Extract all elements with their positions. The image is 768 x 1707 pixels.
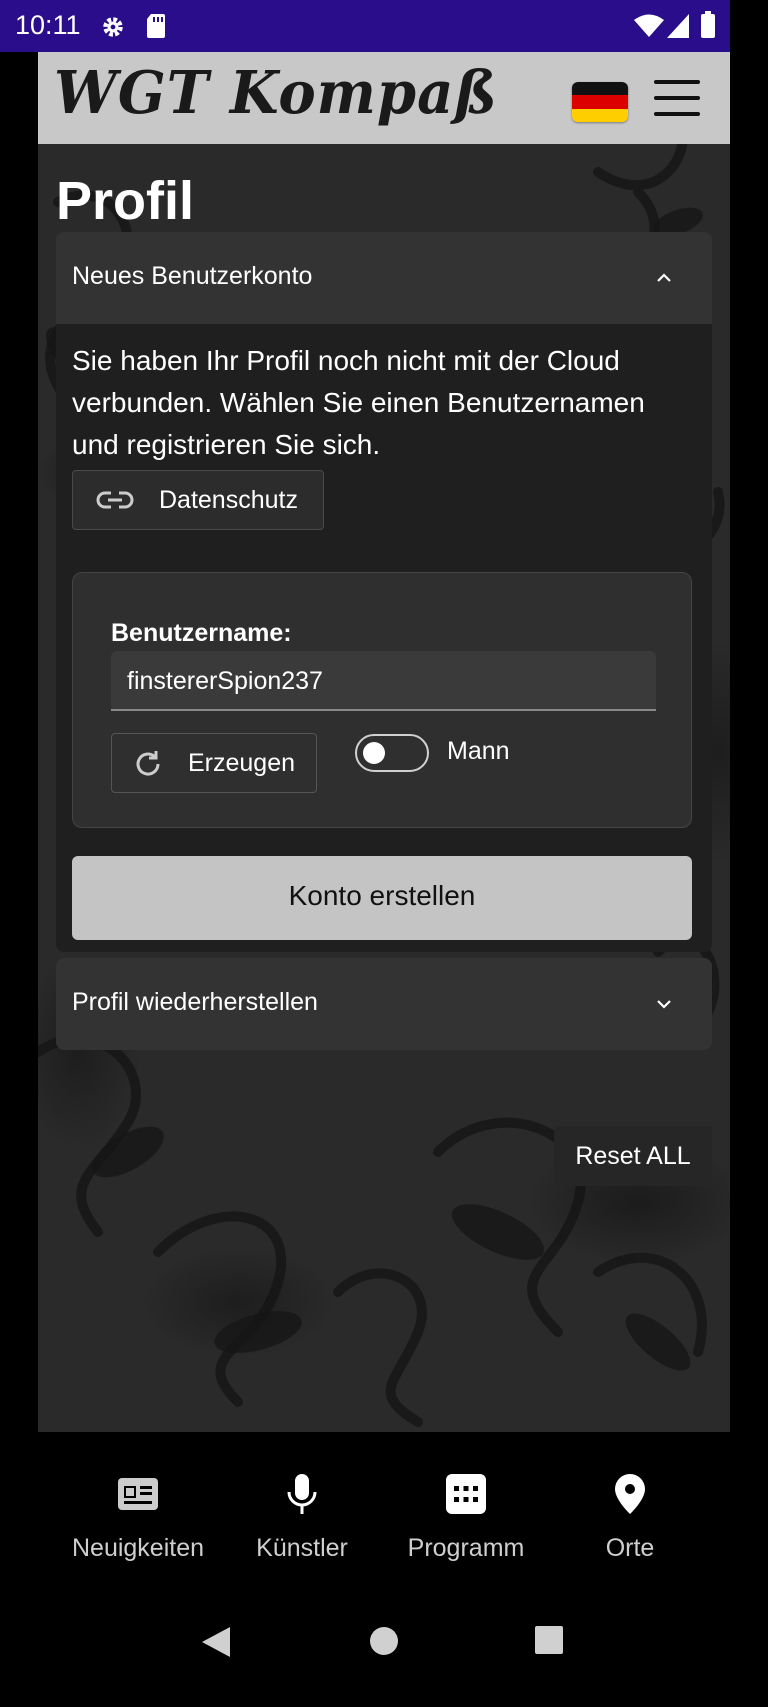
- new-account-panel-header[interactable]: Neues Benutzerkonto: [56, 232, 712, 324]
- status-bar: 10:11: [0, 0, 730, 52]
- german-flag-icon[interactable]: [572, 82, 628, 122]
- reset-all-button[interactable]: Reset ALL: [554, 1126, 712, 1186]
- signal-icon: [667, 14, 689, 38]
- restore-profile-panel[interactable]: Profil wiederherstellen: [56, 958, 712, 1050]
- recents-icon[interactable]: [534, 1625, 564, 1655]
- create-account-button-label: Konto erstellen: [288, 880, 476, 911]
- chevron-up-icon: [657, 273, 671, 282]
- reset-all-button-label: Reset ALL: [575, 1142, 691, 1170]
- screen: 10:11 WGT Kompaß Profil Neues Benutzerko…: [0, 0, 768, 1707]
- app-bar: WGT Kompaß: [38, 52, 730, 144]
- new-account-panel-body: Sie haben Ihr Profil noch nicht mit der …: [56, 324, 712, 952]
- create-account-button[interactable]: Konto erstellen: [72, 856, 692, 940]
- back-icon[interactable]: [200, 1625, 232, 1659]
- status-time: 10:11: [15, 10, 81, 40]
- hamburger-menu-icon[interactable]: [654, 80, 700, 116]
- nav-label-artists: Künstler: [256, 1534, 348, 1562]
- restore-profile-panel-header[interactable]: Profil wiederherstellen: [56, 958, 712, 1050]
- wifi-icon: [634, 14, 664, 37]
- calendar-grid-icon: [446, 1474, 486, 1514]
- new-account-panel-title: Neues Benutzerkonto: [72, 262, 313, 290]
- intro-text: Sie haben Ihr Profil noch nicht mit der …: [72, 345, 645, 460]
- link-icon: [96, 491, 134, 509]
- nav-item-program[interactable]: Programm: [386, 1472, 546, 1582]
- app-content: WGT Kompaß Profil Neues Benutzerkonto Si…: [38, 52, 730, 1432]
- nav-item-news[interactable]: Neuigkeiten: [58, 1472, 218, 1582]
- chevron-down-icon: [657, 1000, 671, 1009]
- username-label: Benutzername:: [111, 619, 292, 647]
- username-field[interactable]: finstererSpion237: [111, 651, 656, 711]
- new-account-panel: Neues Benutzerkonto Sie haben Ihr Profil…: [56, 232, 712, 952]
- generate-button-label: Erzeugen: [188, 749, 296, 777]
- generate-button[interactable]: Erzeugen: [111, 733, 317, 793]
- refresh-icon: [136, 751, 160, 776]
- page-title: Profil: [56, 171, 195, 231]
- toggle-knob: [363, 742, 385, 764]
- microphone-icon: [287, 1474, 317, 1514]
- username-card: Benutzername: finstererSpion237 Erzeugen: [72, 572, 692, 828]
- system-navigation-bar: [0, 1597, 768, 1707]
- nav-item-artists[interactable]: Künstler: [222, 1472, 382, 1582]
- location-pin-icon: [615, 1474, 645, 1514]
- nav-label-news: Neuigkeiten: [71, 1534, 205, 1562]
- username-value: finstererSpion237: [127, 667, 323, 695]
- sd-card-icon: [147, 14, 165, 38]
- restore-profile-panel-title: Profil wiederherstellen: [72, 988, 318, 1016]
- nav-label-places: Orte: [605, 1534, 655, 1562]
- nav-label-program: Programm: [407, 1534, 525, 1562]
- gender-toggle-label: Mann: [447, 737, 510, 765]
- battery-icon: [701, 11, 715, 38]
- privacy-button[interactable]: Datenschutz: [72, 470, 324, 530]
- bottom-navigation: Neuigkeiten Künstler Programm Orte: [0, 1432, 768, 1597]
- app-logo[interactable]: WGT Kompaß: [54, 58, 498, 127]
- gender-toggle[interactable]: [355, 734, 429, 772]
- home-icon[interactable]: [368, 1625, 400, 1657]
- privacy-button-label: Datenschutz: [159, 486, 298, 514]
- newspaper-icon: [118, 1478, 158, 1510]
- gear-icon: [103, 17, 123, 37]
- nav-item-places[interactable]: Orte: [550, 1472, 710, 1582]
